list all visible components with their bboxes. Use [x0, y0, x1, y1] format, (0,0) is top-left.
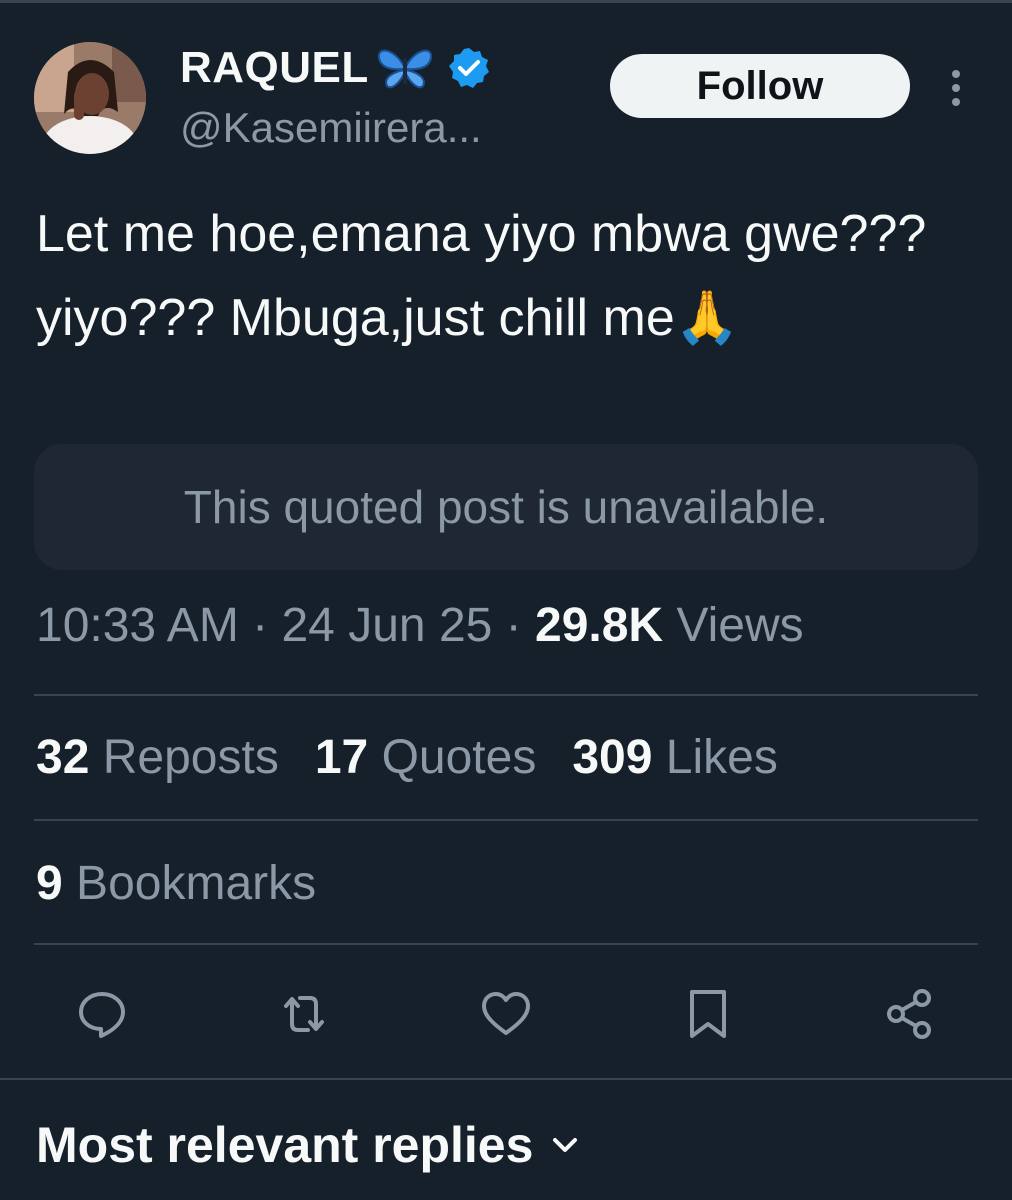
- tweet-meta: 10:33 AM · 24 Jun 25 · 29.8K Views: [36, 598, 804, 653]
- reply-button[interactable]: [72, 984, 132, 1044]
- reposts-label: Reposts: [102, 731, 279, 784]
- replies-sort-dropdown[interactable]: Most relevant replies: [36, 1116, 581, 1174]
- replies-sort-label: Most relevant replies: [36, 1117, 534, 1173]
- bookmarks-stat[interactable]: 9 Bookmarks: [36, 856, 316, 911]
- reposts-stat[interactable]: 32 Reposts: [36, 731, 279, 784]
- user-name-row: RAQUEL: [180, 40, 491, 96]
- meta-separator: ·: [505, 599, 522, 652]
- bookmarks-label: Bookmarks: [76, 857, 317, 910]
- follow-button[interactable]: Follow: [610, 54, 910, 118]
- more-options-icon[interactable]: [938, 66, 974, 110]
- views-count: 29.8K: [535, 599, 664, 652]
- quoted-post-card: This quoted post is unavailable.: [34, 444, 978, 570]
- divider: [34, 943, 978, 945]
- repost-button[interactable]: [274, 984, 334, 1044]
- avatar[interactable]: [34, 42, 146, 154]
- reposts-count: 32: [36, 731, 90, 784]
- divider: [34, 694, 978, 696]
- meta-separator: ·: [252, 599, 269, 652]
- butterfly-icon: [377, 49, 432, 89]
- likes-stat[interactable]: 309 Likes: [572, 731, 778, 784]
- views-label: Views: [676, 599, 804, 652]
- share-icon: [887, 989, 931, 1039]
- reply-icon: [79, 992, 125, 1038]
- avatar-photo: [34, 42, 146, 154]
- tweet-time[interactable]: 10:33 AM: [36, 599, 239, 652]
- quotes-label: Quotes: [381, 731, 537, 784]
- bookmark-icon: [690, 990, 726, 1038]
- display-name[interactable]: RAQUEL: [180, 43, 369, 93]
- likes-label: Likes: [665, 731, 778, 784]
- tweet-date[interactable]: 24 Jun 25: [281, 599, 492, 652]
- quoted-post-unavailable-text: This quoted post is unavailable.: [183, 481, 829, 533]
- retweet-icon: [284, 996, 324, 1032]
- chevron-down-icon: [553, 1138, 578, 1152]
- like-button[interactable]: [476, 984, 536, 1044]
- user-handle[interactable]: @Kasemiirera...: [180, 104, 482, 152]
- divider: [34, 819, 978, 821]
- quotes-stat[interactable]: 17 Quotes: [315, 731, 537, 784]
- likes-count: 309: [572, 731, 653, 784]
- engagement-stats: 32 Reposts 17 Quotes 309 Likes: [36, 730, 778, 785]
- bookmarks-count: 9: [36, 857, 63, 910]
- top-divider: [0, 0, 1012, 3]
- section-divider: [0, 1078, 1012, 1080]
- share-button[interactable]: [880, 984, 940, 1044]
- bookmark-button[interactable]: [678, 984, 738, 1044]
- verified-badge-icon: [448, 48, 489, 88]
- quotes-count: 17: [314, 731, 369, 784]
- like-icon: [482, 992, 530, 1035]
- tweet-text: Let me hoe,emana yiyo mbwa gwe???yiyo???…: [36, 205, 927, 347]
